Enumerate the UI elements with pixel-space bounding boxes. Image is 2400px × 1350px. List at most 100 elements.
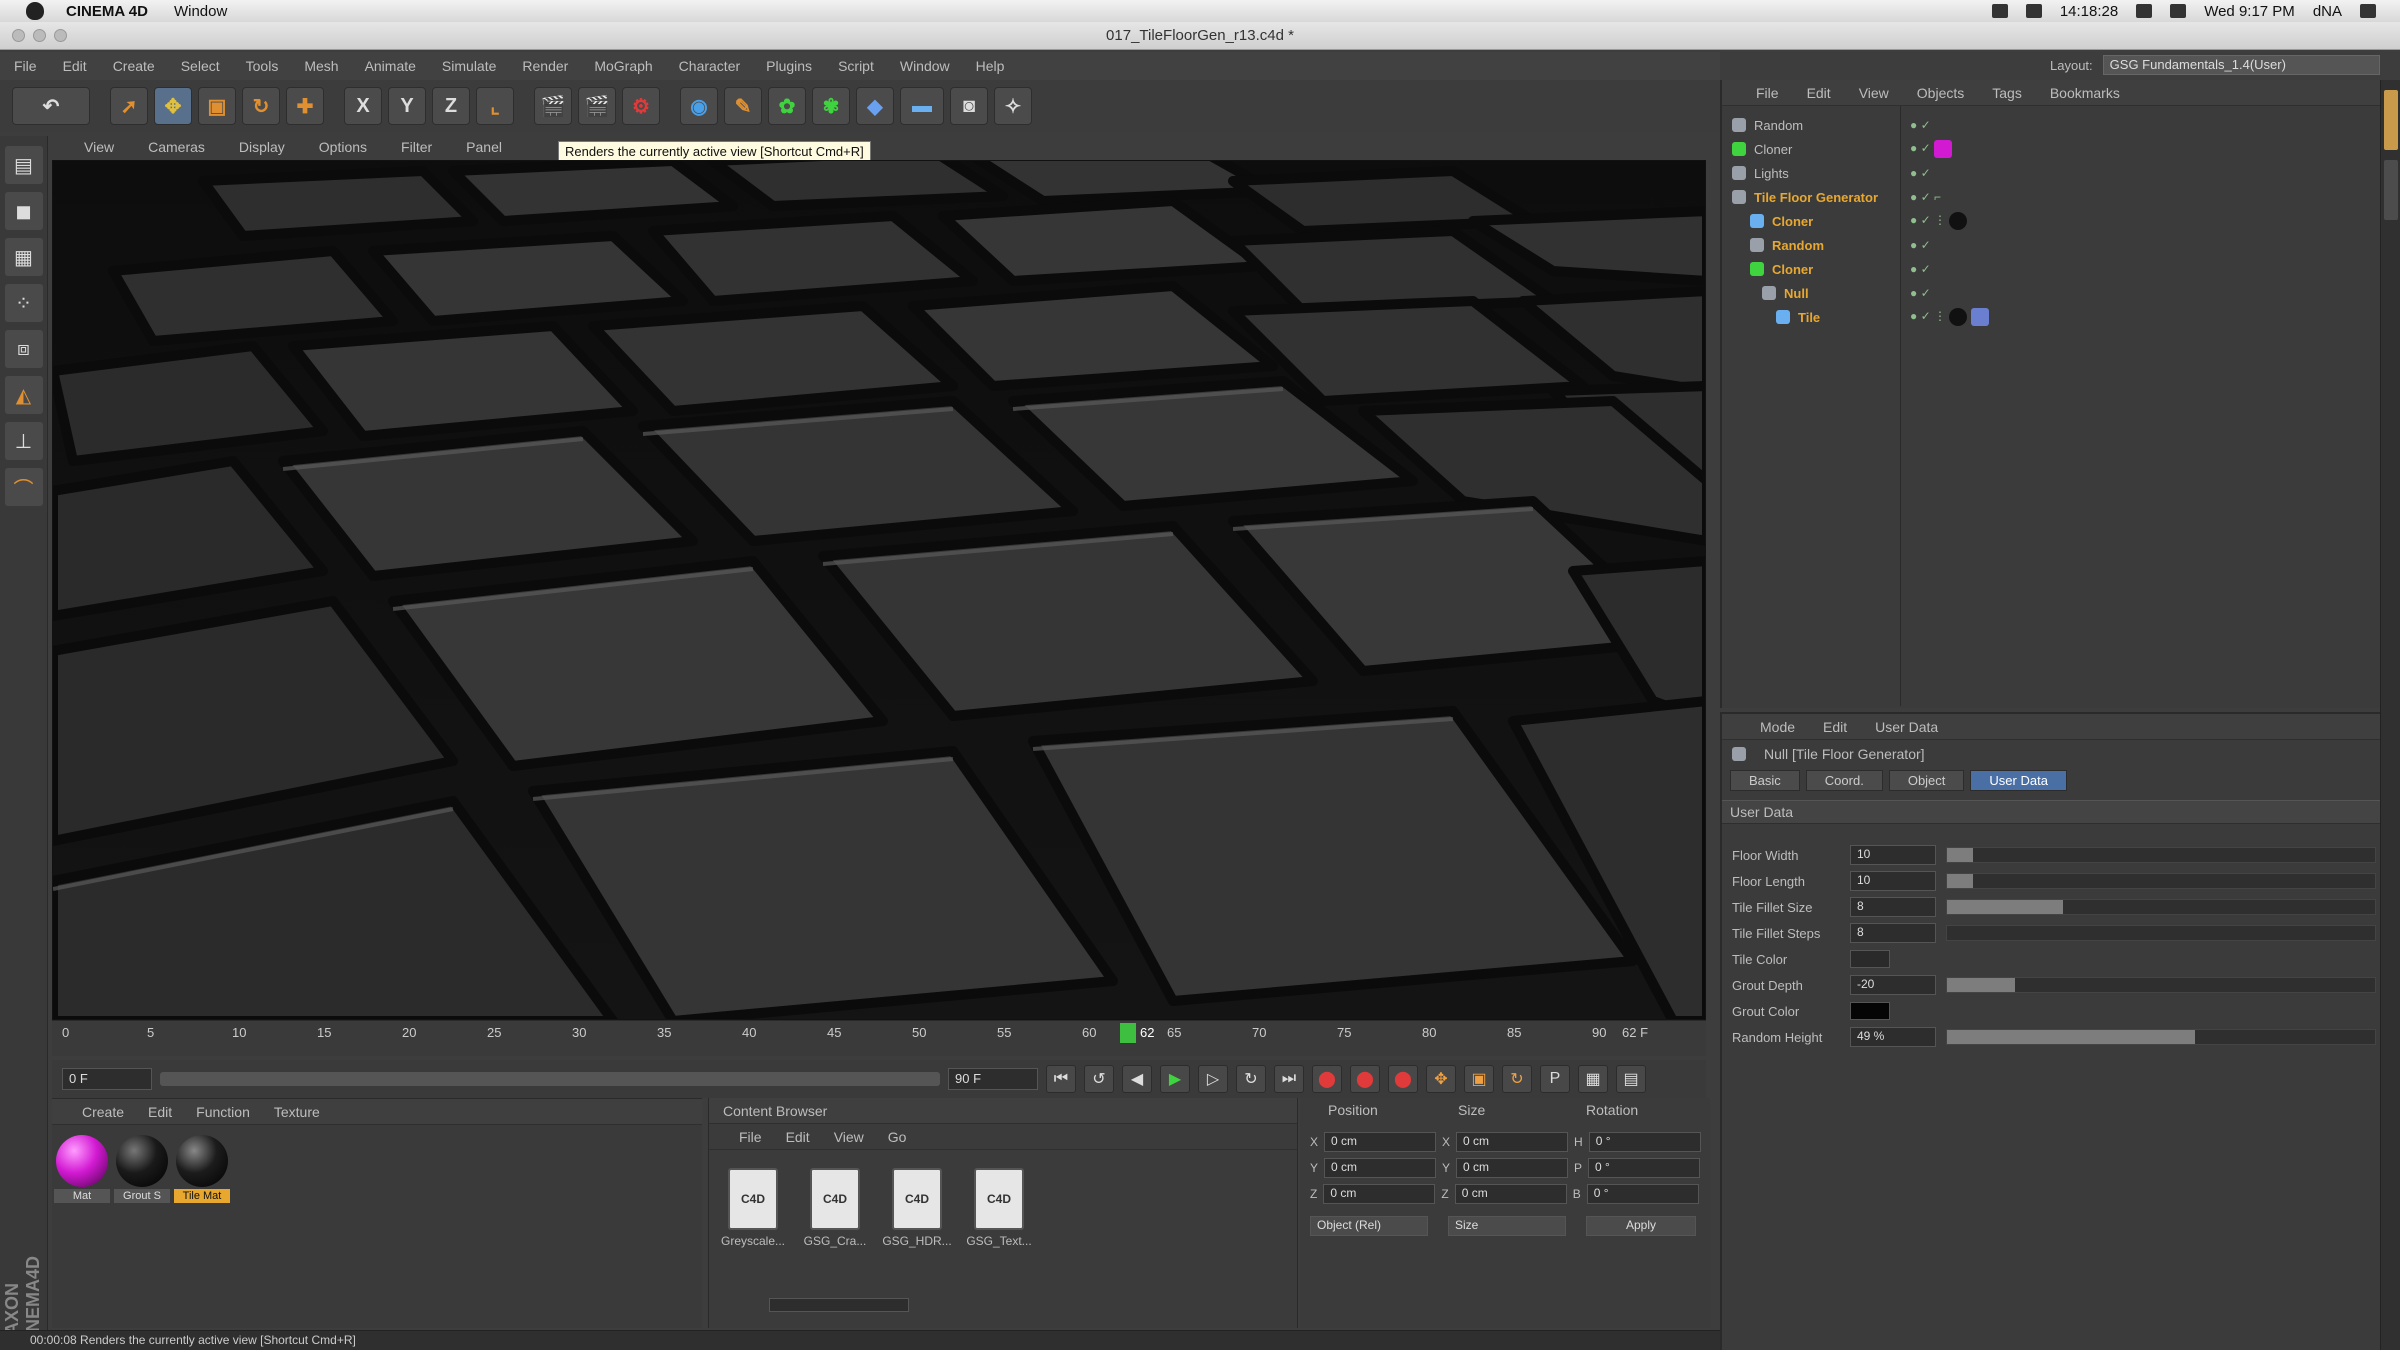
polygons-mode-icon[interactable]: ◭ [4, 376, 43, 414]
obj-menu-edit[interactable]: Edit [1807, 85, 1831, 101]
previous-frame-icon[interactable]: ◀ [1122, 1065, 1152, 1093]
edges-mode-icon[interactable]: ⧈ [4, 330, 43, 368]
object-row-selected[interactable]: Tile Floor Generator ● ✓ ⌐ [1732, 186, 2372, 208]
wifi-icon[interactable] [2136, 4, 2153, 18]
object-row[interactable]: Random ● ✓ [1732, 234, 2372, 256]
visibility-toggles[interactable]: ● ✓ ⌐ [1910, 190, 2060, 204]
apple-icon[interactable] [26, 2, 44, 20]
axis-mode-icon[interactable]: ⊥ [4, 422, 43, 460]
cube-icon[interactable]: ◉ [680, 87, 718, 125]
position-x-field[interactable]: 0 cm [1324, 1132, 1437, 1152]
material-tag-icon[interactable] [1933, 140, 1952, 158]
menu-mesh[interactable]: Mesh [304, 58, 338, 74]
visibility-toggles[interactable]: ● ✓ ⋮ [1910, 308, 2060, 326]
viewport-menu-view[interactable]: View [84, 139, 114, 155]
previous-key-icon[interactable]: ↺ [1084, 1065, 1114, 1093]
param-value-field[interactable]: -20 [1850, 975, 1936, 995]
end-frame-field[interactable]: 90 F [948, 1068, 1038, 1090]
close-icon[interactable] [12, 29, 25, 42]
browser-menu-go[interactable]: Go [888, 1129, 907, 1145]
object-row[interactable]: Cloner ● ✓ [1732, 258, 2372, 280]
param-slider[interactable] [1946, 977, 2376, 993]
pen-spline-icon[interactable]: ✎ [724, 87, 762, 125]
coordinate-system-icon[interactable]: ⌞ [476, 87, 514, 125]
visibility-toggles[interactable]: ● ✓ [1910, 238, 2060, 252]
rotation-b-field[interactable]: 0 ° [1586, 1184, 1699, 1204]
material-swatch[interactable]: Grout S [114, 1135, 170, 1203]
position-y-field[interactable]: 0 cm [1324, 1158, 1437, 1178]
clock[interactable]: Wed 9:17 PM [2204, 3, 2295, 20]
visibility-toggles[interactable]: ● ✓ ⋮ [1910, 212, 2060, 230]
color-swatch[interactable] [1850, 1002, 1890, 1020]
rotation-key-icon[interactable]: ↻ [1502, 1065, 1532, 1093]
visibility-toggles[interactable]: ● ✓ [1910, 140, 2060, 158]
viewport-menu-panel[interactable]: Panel [466, 139, 502, 155]
model-mode-icon[interactable]: ◼ [4, 192, 43, 230]
scale-key-icon[interactable]: ▣ [1464, 1065, 1494, 1093]
menu-render[interactable]: Render [522, 58, 568, 74]
user-data-section[interactable]: User Data [1722, 800, 2380, 824]
add-icon[interactable]: ✚ [286, 87, 324, 125]
timeline-window-icon[interactable]: ▤ [1616, 1065, 1646, 1093]
obj-menu-tags[interactable]: Tags [1992, 85, 2022, 101]
material-swatch[interactable]: Tile Mat [174, 1135, 230, 1203]
object-row[interactable]: Cloner ● ✓ [1732, 138, 2372, 160]
goto-start-icon[interactable]: ⏮ [1046, 1065, 1076, 1093]
param-slider[interactable] [1946, 899, 2376, 915]
timeline-ruler[interactable]: 0 5 10 15 20 25 30 35 40 45 50 55 60 65 … [52, 1020, 1706, 1056]
playhead[interactable] [1120, 1023, 1136, 1043]
obj-menu-objects[interactable]: Objects [1917, 85, 1964, 101]
object-row[interactable]: Lights ● ✓ [1732, 162, 2372, 184]
scene-icon[interactable]: ▬ [900, 87, 944, 125]
color-swatch[interactable] [1850, 950, 1890, 968]
menu-window[interactable]: Window [900, 58, 950, 74]
objects-tab[interactable] [2383, 90, 2398, 150]
viewport-menu-filter[interactable]: Filter [401, 139, 432, 155]
points-mode-icon[interactable]: ⁘ [4, 284, 43, 322]
rotation-h-field[interactable]: 0 ° [1588, 1132, 1701, 1152]
material-menu-texture[interactable]: Texture [274, 1104, 320, 1120]
apply-button[interactable]: Apply [1586, 1216, 1696, 1236]
render-picture-viewer-icon[interactable]: 🎬 [578, 87, 616, 125]
nurbs-icon[interactable]: ✿ [768, 87, 806, 125]
rotate-icon[interactable]: ↻ [242, 87, 280, 125]
visibility-toggles[interactable]: ● ✓ [1910, 166, 2060, 180]
y-axis-lock[interactable]: Y [388, 87, 426, 125]
tab-basic[interactable]: Basic [1730, 769, 1800, 791]
menu-help[interactable]: Help [976, 58, 1005, 74]
object-row[interactable]: Tile ● ✓ ⋮ [1732, 306, 2372, 328]
move-icon[interactable]: ✥ [154, 87, 192, 125]
obj-menu-bookmarks[interactable]: Bookmarks [2050, 85, 2120, 101]
light-icon[interactable]: ✧ [994, 87, 1032, 125]
menu-tools[interactable]: Tools [246, 58, 279, 74]
menu-edit[interactable]: Edit [63, 58, 87, 74]
app-menu[interactable]: CINEMA 4D [66, 3, 148, 20]
menu-select[interactable]: Select [181, 58, 220, 74]
position-z-field[interactable]: 0 cm [1323, 1184, 1436, 1204]
param-key-icon[interactable]: P [1540, 1065, 1570, 1093]
tab-user-data[interactable]: User Data [1970, 769, 2067, 791]
x-axis-lock[interactable]: X [344, 87, 382, 125]
rotation-p-field[interactable]: 0 ° [1588, 1158, 1701, 1178]
keyframe-selection-icon[interactable]: ⬤ [1388, 1065, 1418, 1093]
viewport-menu-options[interactable]: Options [319, 139, 367, 155]
render-view-icon[interactable]: 🎬 [534, 87, 572, 125]
param-value-field[interactable]: 8 [1850, 897, 1936, 917]
search-icon[interactable] [2360, 4, 2376, 18]
menu-file[interactable]: File [14, 58, 37, 74]
autokey-icon[interactable]: ⬤ [1350, 1065, 1380, 1093]
material-tag-icon[interactable] [1949, 212, 1968, 230]
file-item[interactable]: C4D GSG_HDR... [877, 1168, 957, 1248]
next-frame-icon[interactable]: ▷ [1198, 1065, 1228, 1093]
param-value-field[interactable]: 49 % [1850, 1027, 1936, 1047]
param-slider[interactable] [1946, 847, 2376, 863]
size-x-field[interactable]: 0 cm [1456, 1132, 1569, 1152]
browser-menu-file[interactable]: File [739, 1129, 762, 1145]
zoom-icon[interactable] [54, 29, 67, 42]
material-tag-icon[interactable] [1949, 308, 1968, 326]
size-mode-dropdown[interactable]: Size [1448, 1216, 1566, 1236]
minimize-icon[interactable] [33, 29, 46, 42]
attr-menu-mode[interactable]: Mode [1760, 719, 1795, 735]
structure-tab[interactable] [2383, 160, 2398, 220]
visibility-toggles[interactable]: ● ✓ [1910, 286, 2060, 300]
